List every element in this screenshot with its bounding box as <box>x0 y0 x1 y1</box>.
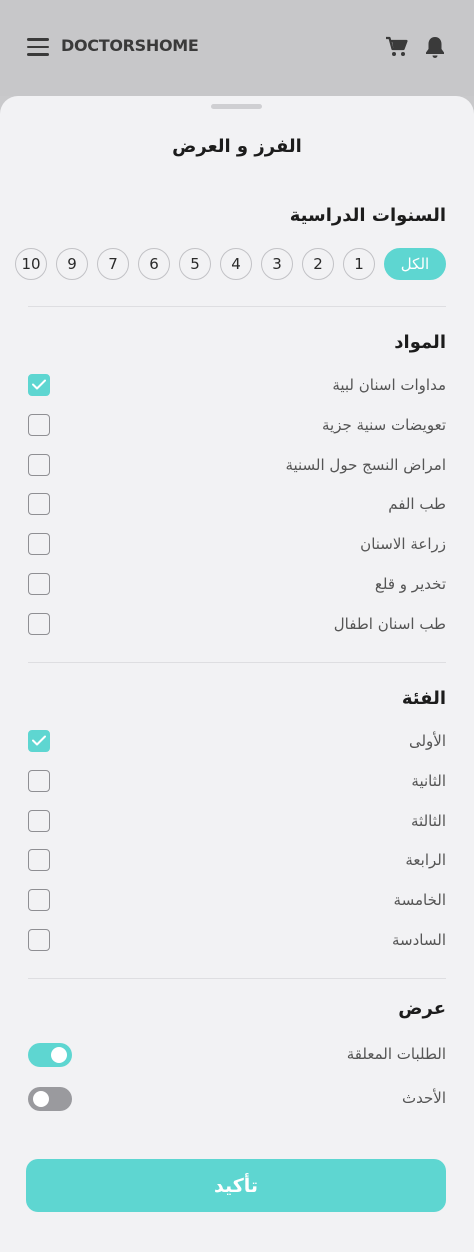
subject-option-label: زراعة الاسنان <box>360 535 446 554</box>
category-section-title: الفئة <box>401 688 446 709</box>
toggle-switch[interactable] <box>28 1043 72 1067</box>
subject-option-label: مداوات اسنان لبية <box>332 376 446 394</box>
category-option[interactable]: الأولى <box>28 730 446 754</box>
divider <box>28 978 446 979</box>
checkbox[interactable] <box>28 612 50 635</box>
category-option-label: الثانية <box>411 771 446 790</box>
toggle-label: الأحدث <box>402 1089 446 1107</box>
checkbox[interactable] <box>28 453 50 476</box>
year-chip[interactable]: 7 <box>97 248 129 280</box>
subject-option[interactable]: طب اسنان اطفال <box>28 612 446 637</box>
subject-option[interactable]: مداوات اسنان لبية <box>28 374 446 398</box>
checkbox[interactable] <box>28 809 50 832</box>
subjects-section-title: المواد <box>394 332 446 353</box>
checkbox[interactable] <box>28 849 50 872</box>
subject-option[interactable]: امراض النسج حول السنية <box>28 453 446 478</box>
sheet-title: الفرز و العرض <box>172 136 302 157</box>
checkbox[interactable] <box>28 889 50 912</box>
confirm-button[interactable]: تأكيد <box>26 1159 446 1212</box>
year-chip[interactable]: 4 <box>220 248 252 280</box>
category-option[interactable]: السادسة <box>28 929 446 953</box>
subject-option-label: تخدير و قلع <box>374 575 446 593</box>
subject-option-label: تعويضات سنية جزية <box>322 415 446 434</box>
checkbox[interactable] <box>28 533 50 556</box>
display-toggle-row: الطلبات المعلقة <box>28 1043 446 1067</box>
year-chip[interactable]: 3 <box>261 248 293 280</box>
sheet-drag-handle[interactable] <box>211 104 262 109</box>
subject-option[interactable]: تخدير و قلع <box>28 573 446 597</box>
category-option-label: الأولى <box>408 732 446 750</box>
year-chip[interactable]: 10 <box>15 248 47 280</box>
checkbox[interactable] <box>28 413 50 436</box>
category-option[interactable]: الثانية <box>28 769 446 794</box>
category-option[interactable]: الثالثة <box>28 809 446 834</box>
toggle-knob <box>33 1091 49 1107</box>
checkbox[interactable] <box>28 573 50 595</box>
filter-sort-sheet: الفرز و العرض السنوات الدراسية الكل 1 2 3 4 5… <box>0 96 474 1252</box>
year-chip[interactable]: 1 <box>343 248 375 280</box>
year-chip[interactable]: 2 <box>302 248 334 280</box>
year-chip[interactable]: 5 <box>179 248 211 280</box>
years-section-title: السنوات الدراسية <box>289 205 446 226</box>
category-option-label: السادسة <box>392 931 446 949</box>
divider <box>28 662 446 663</box>
divider <box>28 306 446 307</box>
category-option[interactable]: الخامسة <box>28 889 446 913</box>
display-section-title: عرض <box>398 998 446 1019</box>
menu-icon[interactable] <box>27 38 49 56</box>
checkbox[interactable] <box>28 769 50 792</box>
checkmark-icon <box>32 735 46 746</box>
subject-option[interactable]: تعويضات سنية جزية <box>28 413 446 438</box>
display-toggle-row: الأحدث <box>28 1087 446 1111</box>
year-chip[interactable]: الكل <box>384 248 446 280</box>
app-logo: DOCTORSHOME <box>61 36 199 55</box>
category-option-label: الثالثة <box>411 811 446 830</box>
toggle-switch[interactable] <box>28 1087 72 1111</box>
checkbox[interactable] <box>28 493 50 516</box>
subject-option[interactable]: زراعة الاسنان <box>28 533 446 557</box>
checkmark-icon <box>32 379 46 390</box>
toggle-label: الطلبات المعلقة <box>346 1045 446 1063</box>
year-chip[interactable]: 9 <box>56 248 88 280</box>
subject-option[interactable]: طب الفم <box>28 493 446 517</box>
subject-option-label: طب اسنان اطفال <box>333 614 446 633</box>
year-chips: الكل 1 2 3 4 5 6 7 9 10 <box>15 248 446 280</box>
checkbox[interactable] <box>28 730 50 752</box>
toggle-knob <box>51 1047 67 1063</box>
subject-option-label: امراض النسج حول السنية <box>285 455 446 474</box>
checkbox[interactable] <box>28 929 50 951</box>
category-option-label: الرابعة <box>405 851 446 870</box>
app-bar: DOCTORSHOME <box>0 0 474 96</box>
category-option-label: الخامسة <box>393 891 446 910</box>
category-option[interactable]: الرابعة <box>28 849 446 873</box>
subject-option-label: طب الفم <box>388 495 446 514</box>
bell-icon[interactable] <box>424 35 446 59</box>
year-chip[interactable]: 6 <box>138 248 170 280</box>
checkbox[interactable] <box>28 374 50 396</box>
cart-icon[interactable] <box>385 36 409 58</box>
